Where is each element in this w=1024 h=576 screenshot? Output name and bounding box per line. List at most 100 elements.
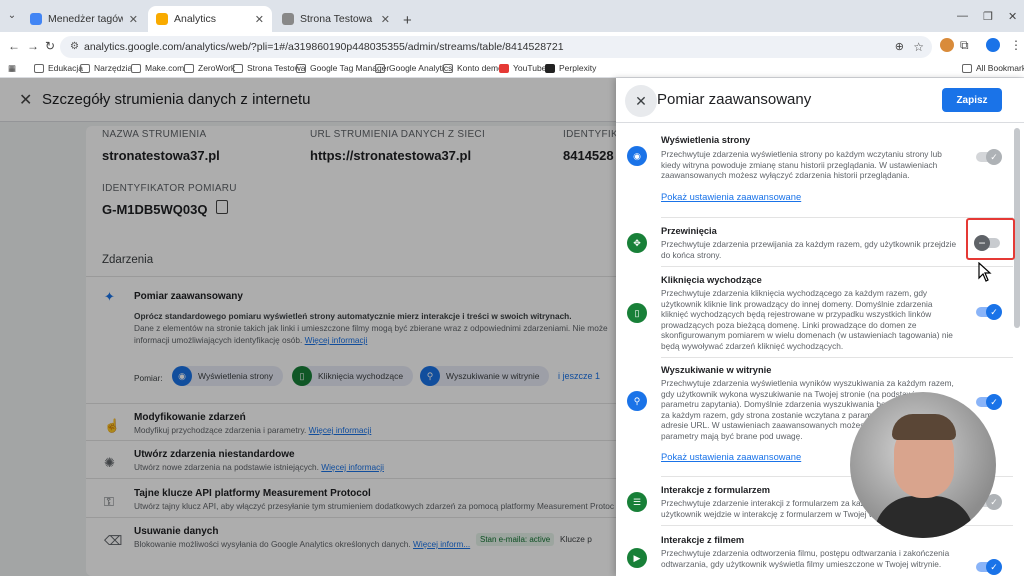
close-icon: ✕: [635, 92, 647, 109]
bookmark-make[interactable]: Make.com: [131, 63, 184, 73]
close-window-icon[interactable]: ✕: [1008, 10, 1017, 23]
section-title: Przewinięcia: [661, 226, 717, 236]
address-row: ← → ↻ ⚙ analytics.google.com/analytics/w…: [0, 32, 1024, 60]
section-title: Interakcje z filmem: [661, 535, 745, 545]
section-desc: Przechwytuje zdarzenia wyświetlenia stro…: [661, 149, 942, 181]
section-desc: Przechwytuje zdarzenia kliknięcia wychod…: [661, 288, 953, 351]
bookmark-youtube[interactable]: YouTube: [499, 63, 546, 73]
section-desc: Przechwytuje zdarzenia odtworzenia filmu…: [661, 548, 950, 569]
tab-title: Strona Testowa 37 – Na tej stro: [300, 13, 375, 25]
bookmark-narzedzia[interactable]: Narzędzia: [80, 63, 132, 73]
bookmark-label: Perplexity: [559, 63, 597, 73]
divider: [661, 217, 1013, 218]
tab-strona-testowa[interactable]: Strona Testowa 37 – Na tej stro ✕: [274, 6, 398, 32]
page-views-toggle[interactable]: ✓: [976, 149, 1002, 165]
bookmark-strona-testowa[interactable]: Strona Testowa: [233, 63, 305, 73]
check-icon: ✓: [986, 304, 1002, 320]
show-advanced-link[interactable]: Pokaż ustawienia zaawansowane: [661, 191, 801, 202]
bookmark-label: Konto demo: [457, 63, 503, 73]
extension-icon[interactable]: [940, 38, 954, 52]
profile-avatar[interactable]: [986, 38, 1000, 52]
site-info-icon[interactable]: ⚙: [70, 41, 79, 52]
globe-favicon-icon: [282, 13, 294, 25]
section-title: Wyszukiwanie w witrynie: [661, 365, 772, 375]
show-advanced-link[interactable]: Pokaż ustawienia zaawansowane: [661, 451, 801, 462]
section-title: Kliknięcia wychodzące: [661, 275, 762, 285]
video-engagement-toggle[interactable]: ✓: [976, 559, 1002, 575]
divider: [661, 266, 1013, 267]
perplexity-icon: [545, 63, 555, 73]
tab-search-icon[interactable]: ⌄: [4, 8, 20, 24]
folder-icon: [131, 63, 141, 73]
restore-icon[interactable]: ❐: [983, 10, 993, 23]
folder-icon: [296, 63, 306, 73]
gtm-favicon-icon: [30, 13, 42, 25]
section-desc: Przechwytuje zdarzenia przewijania za ka…: [661, 239, 957, 260]
highlight-box: [966, 218, 1015, 260]
close-tab-icon[interactable]: ✕: [129, 13, 138, 26]
section-title: Interakcje z formularzem: [661, 485, 771, 495]
webcam-overlay: [850, 392, 996, 538]
bookmark-label: Narzędzia: [94, 63, 133, 73]
mouse-cursor-icon: [978, 262, 992, 282]
check-icon: ✓: [986, 149, 1002, 165]
extensions-puzzle-icon[interactable]: ⧉: [960, 38, 969, 53]
scroll-arrows-icon: ✥: [627, 233, 647, 253]
presenter-body: [874, 496, 974, 538]
omnibox[interactable]: ⚙ analytics.google.com/analytics/web/?pl…: [60, 36, 932, 58]
tab-analytics[interactable]: Analytics ✕: [148, 6, 272, 32]
apps-grid-icon[interactable]: ▦: [8, 63, 16, 74]
divider: [616, 122, 1024, 123]
bookmark-ga[interactable]: Google Analytics: [375, 63, 452, 73]
bookmark-label: Edukacja: [48, 63, 83, 73]
bookmark-konto-demo[interactable]: Konto demo: [443, 63, 503, 73]
all-bookmarks[interactable]: All Bookmarks: [962, 63, 1024, 73]
zoom-icon[interactable]: ⊕: [895, 40, 904, 53]
section-title: Wyświetlenia strony: [661, 135, 751, 145]
save-button[interactable]: Zapisz: [942, 88, 1002, 112]
bookmark-label: YouTube: [513, 63, 547, 73]
screen: ⌄ Menedżer tagów Google ✕ Analytics ✕ St…: [0, 0, 1024, 576]
bookmarks-bar: ▦ Edukacja Narzędzia Make.com ZeroWork S…: [0, 60, 1024, 78]
bookmark-edukacja[interactable]: Edukacja: [34, 63, 83, 73]
close-tab-icon[interactable]: ✕: [255, 13, 264, 26]
bookmark-label: Make.com: [145, 63, 185, 73]
folder-icon: [962, 63, 972, 73]
browser-tab-strip: ⌄ Menedżer tagów Google ✕ Analytics ✕ St…: [0, 0, 1024, 32]
tab-title: Menedżer tagów Google: [48, 13, 123, 25]
folder-icon: [375, 63, 385, 73]
search-icon: ⚲: [627, 391, 647, 411]
folder-icon: [184, 63, 194, 73]
youtube-icon: [499, 63, 509, 73]
outbound-clicks-toggle[interactable]: ✓: [976, 304, 1002, 320]
menu-dots-icon[interactable]: ⋮: [1010, 38, 1022, 52]
bookmark-label: All Bookmarks: [976, 63, 1024, 73]
presenter-hair: [892, 414, 956, 440]
drawer-close-button[interactable]: ✕: [625, 85, 657, 117]
drawer-title: Pomiar zaawansowany: [657, 91, 812, 108]
back-icon[interactable]: ←: [8, 39, 20, 53]
folder-icon: [443, 63, 453, 73]
bookmark-star-icon[interactable]: ☆: [913, 40, 924, 54]
bookmark-zerowork[interactable]: ZeroWork: [184, 63, 235, 73]
minimize-icon[interactable]: —: [957, 10, 968, 22]
new-tab-icon[interactable]: +: [403, 12, 412, 29]
forward-icon[interactable]: →: [27, 39, 39, 53]
close-tab-icon[interactable]: ✕: [381, 13, 390, 26]
video-icon: ▶: [627, 548, 647, 568]
check-icon: ✓: [986, 559, 1002, 575]
site-search-toggle[interactable]: ✓: [976, 394, 1002, 410]
mouse-icon: ▯: [627, 303, 647, 323]
url-text[interactable]: analytics.google.com/analytics/web/?pli=…: [84, 41, 564, 53]
eye-icon: ◉: [627, 146, 647, 166]
check-icon: ✓: [986, 394, 1002, 410]
tab-gtm[interactable]: Menedżer tagów Google ✕: [22, 6, 146, 32]
reload-icon[interactable]: ↻: [45, 39, 55, 53]
bookmark-label: ZeroWork: [198, 63, 236, 73]
analytics-favicon-icon: [156, 13, 168, 25]
bookmark-perplexity[interactable]: Perplexity: [545, 63, 596, 73]
divider: [661, 357, 1013, 358]
tab-title: Analytics: [174, 13, 217, 25]
folder-icon: [233, 63, 243, 73]
folder-icon: [80, 63, 90, 73]
